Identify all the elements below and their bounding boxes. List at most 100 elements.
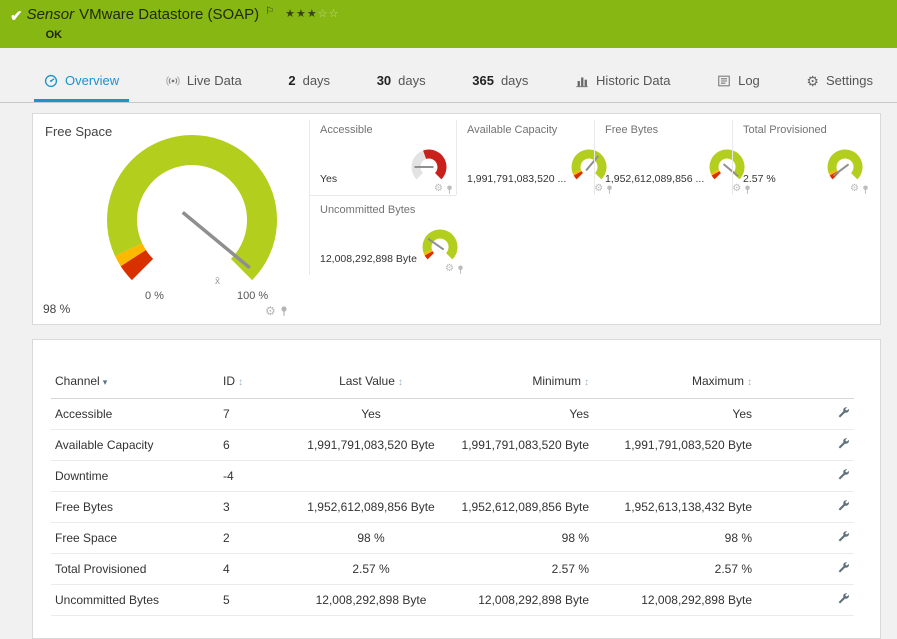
channel-settings-icon[interactable] xyxy=(837,406,850,419)
sort-desc-icon: ▾ xyxy=(102,377,108,387)
accessible-gauge: ⚙ xyxy=(406,149,452,194)
gauge-gear-icon[interactable]: ⚙ xyxy=(445,264,454,274)
channel-value: 12,008,292,898 Byte xyxy=(320,253,417,265)
channel-settings-icon[interactable] xyxy=(837,592,850,605)
cell-maximum: 2.57 % xyxy=(593,553,756,585)
tab-settings[interactable]: ⚙ Settings xyxy=(796,62,883,102)
channel-value: Yes xyxy=(320,173,338,185)
channel-settings-icon[interactable] xyxy=(837,499,850,512)
sort-icon: ↕ xyxy=(397,377,403,388)
pin-icon[interactable] xyxy=(457,264,464,274)
channel-label: Accessible xyxy=(320,124,373,136)
tab-30-days[interactable]: 30 days xyxy=(367,62,436,102)
tab-label: Historic Data xyxy=(596,73,671,88)
status-badge: OK xyxy=(45,28,63,41)
tab-number: 365 xyxy=(472,73,494,88)
table-header-row: Channel ▾ ID ↕ Last Value ↕ Minimum ↕ Maximu… xyxy=(51,368,854,399)
table-row: Accessible 7 Yes Yes Yes xyxy=(51,398,854,430)
cell-last-value: 1,952,612,089,856 Byte xyxy=(287,491,455,523)
tab-label: days xyxy=(398,73,426,88)
tab-log[interactable]: Log xyxy=(707,62,770,102)
column-label: Channel xyxy=(55,374,100,388)
sensor-header: ✔ Sensor VMware Datastore (SOAP) ⚐ ★★★☆☆… xyxy=(0,0,897,48)
table-row: Uncommitted Bytes 5 12,008,292,898 Byte … xyxy=(51,584,854,616)
flag-icon[interactable]: ⚐ xyxy=(265,6,274,17)
cell-channel: Downtime xyxy=(51,460,219,492)
cell-channel: Uncommitted Bytes xyxy=(51,584,219,616)
cell-minimum: 12,008,292,898 Byte xyxy=(455,584,593,616)
priority-stars[interactable]: ★★★☆☆ xyxy=(285,7,339,20)
bar-chart-icon xyxy=(576,77,588,87)
sensor-title-block: Sensor VMware Datastore (SOAP) ⚐ ★★★☆☆ O… xyxy=(26,6,340,41)
tab-overview[interactable]: Overview xyxy=(34,62,130,102)
cell-last-value: 12,008,292,898 Byte xyxy=(287,584,455,616)
uncommitted-bytes-gauge: ⚙ xyxy=(417,229,463,274)
sensor-kind-label: Sensor xyxy=(26,6,75,23)
column-header-minimum[interactable]: Minimum ↕ xyxy=(455,368,593,399)
cell-id: 3 xyxy=(219,491,287,523)
cell-minimum: 98 % xyxy=(455,522,593,554)
tab-number: 2 xyxy=(288,73,296,88)
pin-icon[interactable] xyxy=(862,184,869,194)
cell-last-value: 1,991,791,083,520 Byte xyxy=(287,429,455,461)
gauge-max-label: 100 % xyxy=(237,290,269,302)
table-row: Free Space 2 98 % 98 % 98 % xyxy=(51,522,854,554)
cell-maximum: 1,991,791,083,520 Byte xyxy=(593,429,756,461)
tab-label: Log xyxy=(738,73,760,88)
channel-value: 2.57 % xyxy=(743,173,776,185)
channel-label: Uncommitted Bytes xyxy=(320,204,416,216)
cell-id: 7 xyxy=(219,398,287,430)
column-header-id[interactable]: ID ↕ xyxy=(219,368,287,399)
cell-minimum: 1,952,612,089,856 Byte xyxy=(455,491,593,523)
tab-2-days[interactable]: 2 days xyxy=(278,62,340,102)
channel-settings-icon[interactable] xyxy=(837,561,850,574)
cell-maximum: Yes xyxy=(593,398,756,430)
cell-id: 5 xyxy=(219,584,287,616)
gauge-min-label: 0 % xyxy=(145,290,164,302)
cell-minimum: Yes xyxy=(455,398,593,430)
cell-maximum xyxy=(593,460,756,492)
cell-last-value: 98 % xyxy=(287,522,455,554)
pin-icon[interactable] xyxy=(446,184,453,194)
tab-historic-data[interactable]: Historic Data xyxy=(565,62,680,102)
channel-settings-icon[interactable] xyxy=(837,437,850,450)
cell-maximum: 98 % xyxy=(593,522,756,554)
table-row: Free Bytes 3 1,952,612,089,856 Byte 1,95… xyxy=(51,491,854,523)
channels-table: Channel ▾ ID ↕ Last Value ↕ Minimum ↕ Maximu… xyxy=(51,368,854,616)
column-header-last-value[interactable]: Last Value ↕ xyxy=(287,368,455,399)
cell-minimum: 1,991,791,083,520 Byte xyxy=(455,429,593,461)
cell-id: 2 xyxy=(219,522,287,554)
gauges-panel: Free Space x̄ 0 % 100 % 98 % ⚙ Accessibl… xyxy=(32,113,881,325)
channel-value: 1,991,791,083,520 ... xyxy=(467,173,567,185)
channel-value: 1,952,612,089,856 ... xyxy=(605,173,705,185)
cell-last-value xyxy=(287,460,455,492)
gauge-gear-icon[interactable]: ⚙ xyxy=(434,184,443,194)
status-check-icon: ✔ xyxy=(10,8,23,25)
gauge-gear-icon[interactable]: ⚙ xyxy=(850,184,859,194)
channel-settings-icon[interactable] xyxy=(837,530,850,543)
gauge-gear-icon[interactable]: ⚙ xyxy=(265,305,276,317)
table-row: Available Capacity 6 1,991,791,083,520 B… xyxy=(51,429,854,461)
stars-filled: ★★★ xyxy=(285,7,318,20)
column-header-settings xyxy=(756,368,854,399)
cell-channel: Free Space xyxy=(51,522,219,554)
cell-id: -4 xyxy=(219,460,287,492)
cell-last-value: 2.57 % xyxy=(287,553,455,585)
log-list-icon xyxy=(718,75,730,86)
tab-live-data[interactable]: Live Data xyxy=(156,62,252,102)
channel-settings-icon[interactable] xyxy=(837,468,850,481)
mini-gauge-cell-uncommitted-bytes: Uncommitted Bytes 12,008,292,898 Byte ⚙ xyxy=(310,195,463,275)
page-title: VMware Datastore (SOAP) xyxy=(79,6,260,23)
total-provisioned-gauge: ⚙ xyxy=(822,149,868,194)
column-header-maximum[interactable]: Maximum ↕ xyxy=(593,368,756,399)
tab-label: Live Data xyxy=(186,73,242,88)
pin-icon[interactable] xyxy=(280,306,288,316)
column-header-channel[interactable]: Channel ▾ xyxy=(51,368,219,399)
channels-panel: Channel ▾ ID ↕ Last Value ↕ Minimum ↕ Maximu… xyxy=(32,339,881,639)
mini-gauge-cell-total-provisioned: Total Provisioned 2.57 % ⚙ xyxy=(732,120,872,195)
tab-365-days[interactable]: 365 days xyxy=(462,62,538,102)
tab-label: Overview xyxy=(65,73,120,88)
sort-icon: ↕ xyxy=(747,377,752,388)
column-label: Last Value xyxy=(339,374,395,388)
column-label: Minimum xyxy=(532,374,581,388)
